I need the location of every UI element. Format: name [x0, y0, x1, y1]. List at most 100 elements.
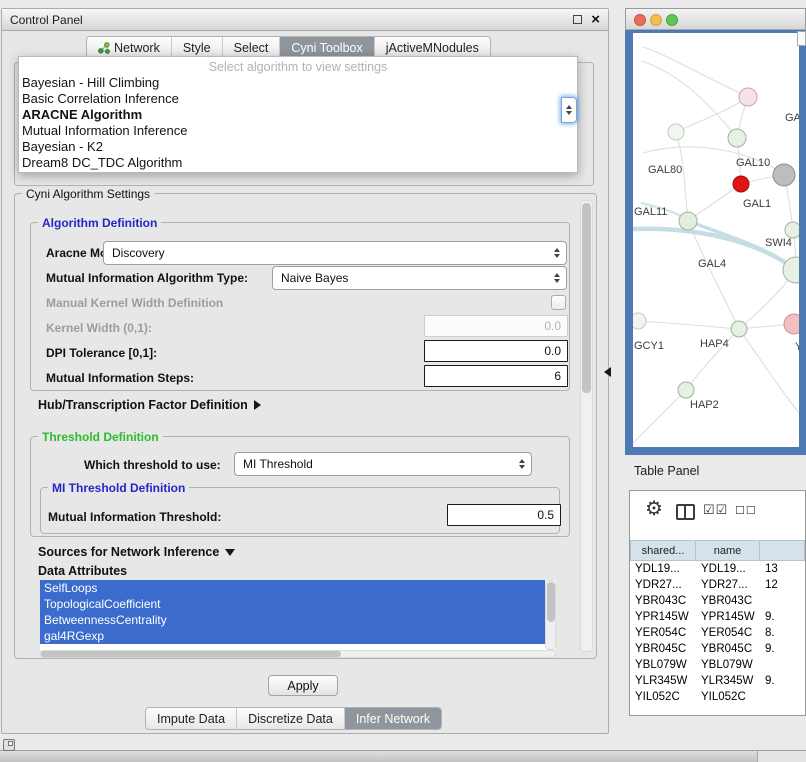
algorithm-option[interactable]: Dream8 DC_TDC Algorithm: [19, 155, 577, 171]
network-node[interactable]: [773, 164, 795, 186]
attributes-hscrollbar-thumb[interactable]: [41, 651, 341, 657]
network-node[interactable]: [633, 313, 646, 329]
float-panel-icon[interactable]: [573, 15, 582, 24]
algorithm-option[interactable]: Bayesian - Hill Climbing: [19, 75, 577, 91]
column-header[interactable]: name: [696, 540, 760, 561]
attribute-item[interactable]: gal4RGexp: [40, 628, 545, 644]
network-edge[interactable]: [633, 390, 686, 443]
table-row[interactable]: YDR27...YDR27...12: [630, 577, 805, 593]
network-node[interactable]: [784, 314, 799, 334]
clear-checks-icon[interactable]: ☐☐: [735, 504, 757, 517]
network-canvas[interactable]: GALGAL80GAL10GAL11GAL1SWI4GAL4GCY1HAP4YH…: [633, 33, 799, 447]
column-header[interactable]: shared...: [630, 540, 696, 561]
tab-jactivemnodules[interactable]: jActiveMNodules: [375, 37, 490, 58]
algorithm-option[interactable]: ARACNE Algorithm: [19, 107, 577, 123]
cyni-settings-title: Cyni Algorithm Settings: [22, 187, 154, 201]
algorithm-option[interactable]: Mutual Information Inference: [19, 123, 577, 139]
table-row[interactable]: YER054CYER054C8.: [630, 625, 805, 641]
apply-button[interactable]: Apply: [268, 675, 338, 696]
node-label: GCY1: [634, 340, 664, 352]
manual-kernel-checkbox[interactable]: [551, 295, 566, 310]
mi-steps-input[interactable]: 6: [424, 365, 568, 387]
select-all-checks-icon[interactable]: ☑☑: [703, 502, 728, 518]
close-traffic-light[interactable]: [634, 14, 646, 26]
algorithm-option[interactable]: Basic Correlation Inference: [19, 91, 577, 107]
mi-threshold-input[interactable]: 0.5: [447, 504, 561, 526]
table-row[interactable]: YPR145WYPR145W9.: [630, 609, 805, 625]
mi-steps-label: Mutual Information Steps:: [46, 371, 194, 385]
sources-section-toggle[interactable]: Sources for Network Inference: [38, 545, 235, 559]
table-row[interactable]: YLR345WYLR345W9.: [630, 673, 805, 689]
table-row[interactable]: YBL079WYBL079W: [630, 657, 805, 673]
table-row[interactable]: YBR045CYBR045C9.: [630, 641, 805, 657]
combo-value: Naive Bayes: [273, 271, 550, 285]
bottom-tab-discretize-data[interactable]: Discretize Data: [237, 708, 345, 729]
table-row[interactable]: YDL19...YDL19...13: [630, 561, 805, 577]
table-cell: [760, 593, 805, 609]
node-label: HAP4: [700, 338, 729, 350]
tab-cyni-toolbox[interactable]: Cyni Toolbox: [280, 37, 374, 58]
network-node[interactable]: [668, 124, 684, 140]
kernel-width-input[interactable]: 0.0: [424, 315, 568, 337]
network-node[interactable]: [679, 212, 697, 230]
network-icon: [98, 42, 110, 54]
network-edge[interactable]: [676, 132, 688, 221]
network-node[interactable]: [785, 222, 799, 238]
bottom-tab-bar: Impute DataDiscretize DataInfer Network: [145, 707, 442, 730]
zoom-traffic-light[interactable]: [666, 14, 678, 26]
mi-type-select[interactable]: Naive Bayes: [272, 266, 567, 290]
network-scrollbar-corner[interactable]: [797, 31, 806, 46]
dpi-tolerance-input[interactable]: 0.0: [424, 340, 568, 362]
network-node[interactable]: [739, 88, 757, 106]
table-cell: YBR043C: [696, 593, 760, 609]
table-cell: YDR27...: [696, 577, 760, 593]
network-edge[interactable]: [676, 97, 748, 132]
attribute-item[interactable]: BetweennessCentrality: [40, 612, 545, 628]
panel-collapse-arrow[interactable]: [604, 367, 611, 377]
combo-value: Discovery: [104, 246, 550, 260]
network-node[interactable]: [678, 382, 694, 398]
node-label: GAL80: [648, 164, 682, 176]
kernel-width-label: Kernel Width (0,1):: [46, 321, 152, 335]
network-node[interactable]: [731, 321, 747, 337]
restore-window-icon[interactable]: [3, 739, 15, 751]
column-header[interactable]: [760, 540, 805, 561]
settings-scrollbar-thumb[interactable]: [582, 203, 591, 393]
network-node[interactable]: [733, 176, 749, 192]
gear-icon[interactable]: ⚙: [645, 499, 663, 519]
table-panel-title: Table Panel: [634, 464, 699, 478]
minimize-traffic-light[interactable]: [650, 14, 662, 26]
network-edge[interactable]: [643, 47, 748, 97]
algorithm-option[interactable]: Bayesian - K2: [19, 139, 577, 155]
node-label: GAL10: [736, 157, 770, 169]
table-cell: YBR045C: [630, 641, 696, 657]
network-node[interactable]: [728, 129, 746, 147]
algorithm-combo-stepper[interactable]: [561, 97, 577, 123]
node-label: SWI4: [765, 237, 792, 249]
close-panel-icon[interactable]: ×: [591, 11, 600, 28]
columns-icon[interactable]: [676, 504, 695, 520]
network-edge[interactable]: [739, 329, 799, 413]
table-row[interactable]: YIL052CYIL052C: [630, 689, 805, 705]
tab-label: Style: [183, 41, 211, 55]
table-row[interactable]: YBR043CYBR043C: [630, 593, 805, 609]
attributes-scrollbar-thumb[interactable]: [547, 582, 555, 622]
network-edge[interactable]: [688, 184, 741, 221]
data-attributes-title: Data Attributes: [38, 564, 127, 578]
tab-select[interactable]: Select: [223, 37, 281, 58]
node-label: GAL4: [698, 258, 726, 270]
mi-threshold-group-title: MI Threshold Definition: [48, 481, 189, 495]
attribute-item[interactable]: SelfLoops: [40, 580, 545, 596]
tab-network[interactable]: Network: [87, 37, 172, 58]
hub-section-toggle[interactable]: Hub/Transcription Factor Definition: [38, 398, 261, 412]
attribute-item[interactable]: TopologicalCoefficient: [40, 596, 545, 612]
table-cell: YBR045C: [696, 641, 760, 657]
bottom-tab-impute-data[interactable]: Impute Data: [146, 708, 237, 729]
bottom-tab-infer-network[interactable]: Infer Network: [345, 708, 441, 729]
node-label: GAL: [785, 112, 799, 124]
table-body: YDL19...YDL19...13YDR27...YDR27...12YBR0…: [630, 561, 805, 715]
tab-style[interactable]: Style: [172, 37, 223, 58]
which-threshold-select[interactable]: MI Threshold: [234, 452, 532, 476]
network-edge[interactable]: [638, 321, 739, 329]
aracne-mode-select[interactable]: Discovery: [103, 241, 567, 265]
